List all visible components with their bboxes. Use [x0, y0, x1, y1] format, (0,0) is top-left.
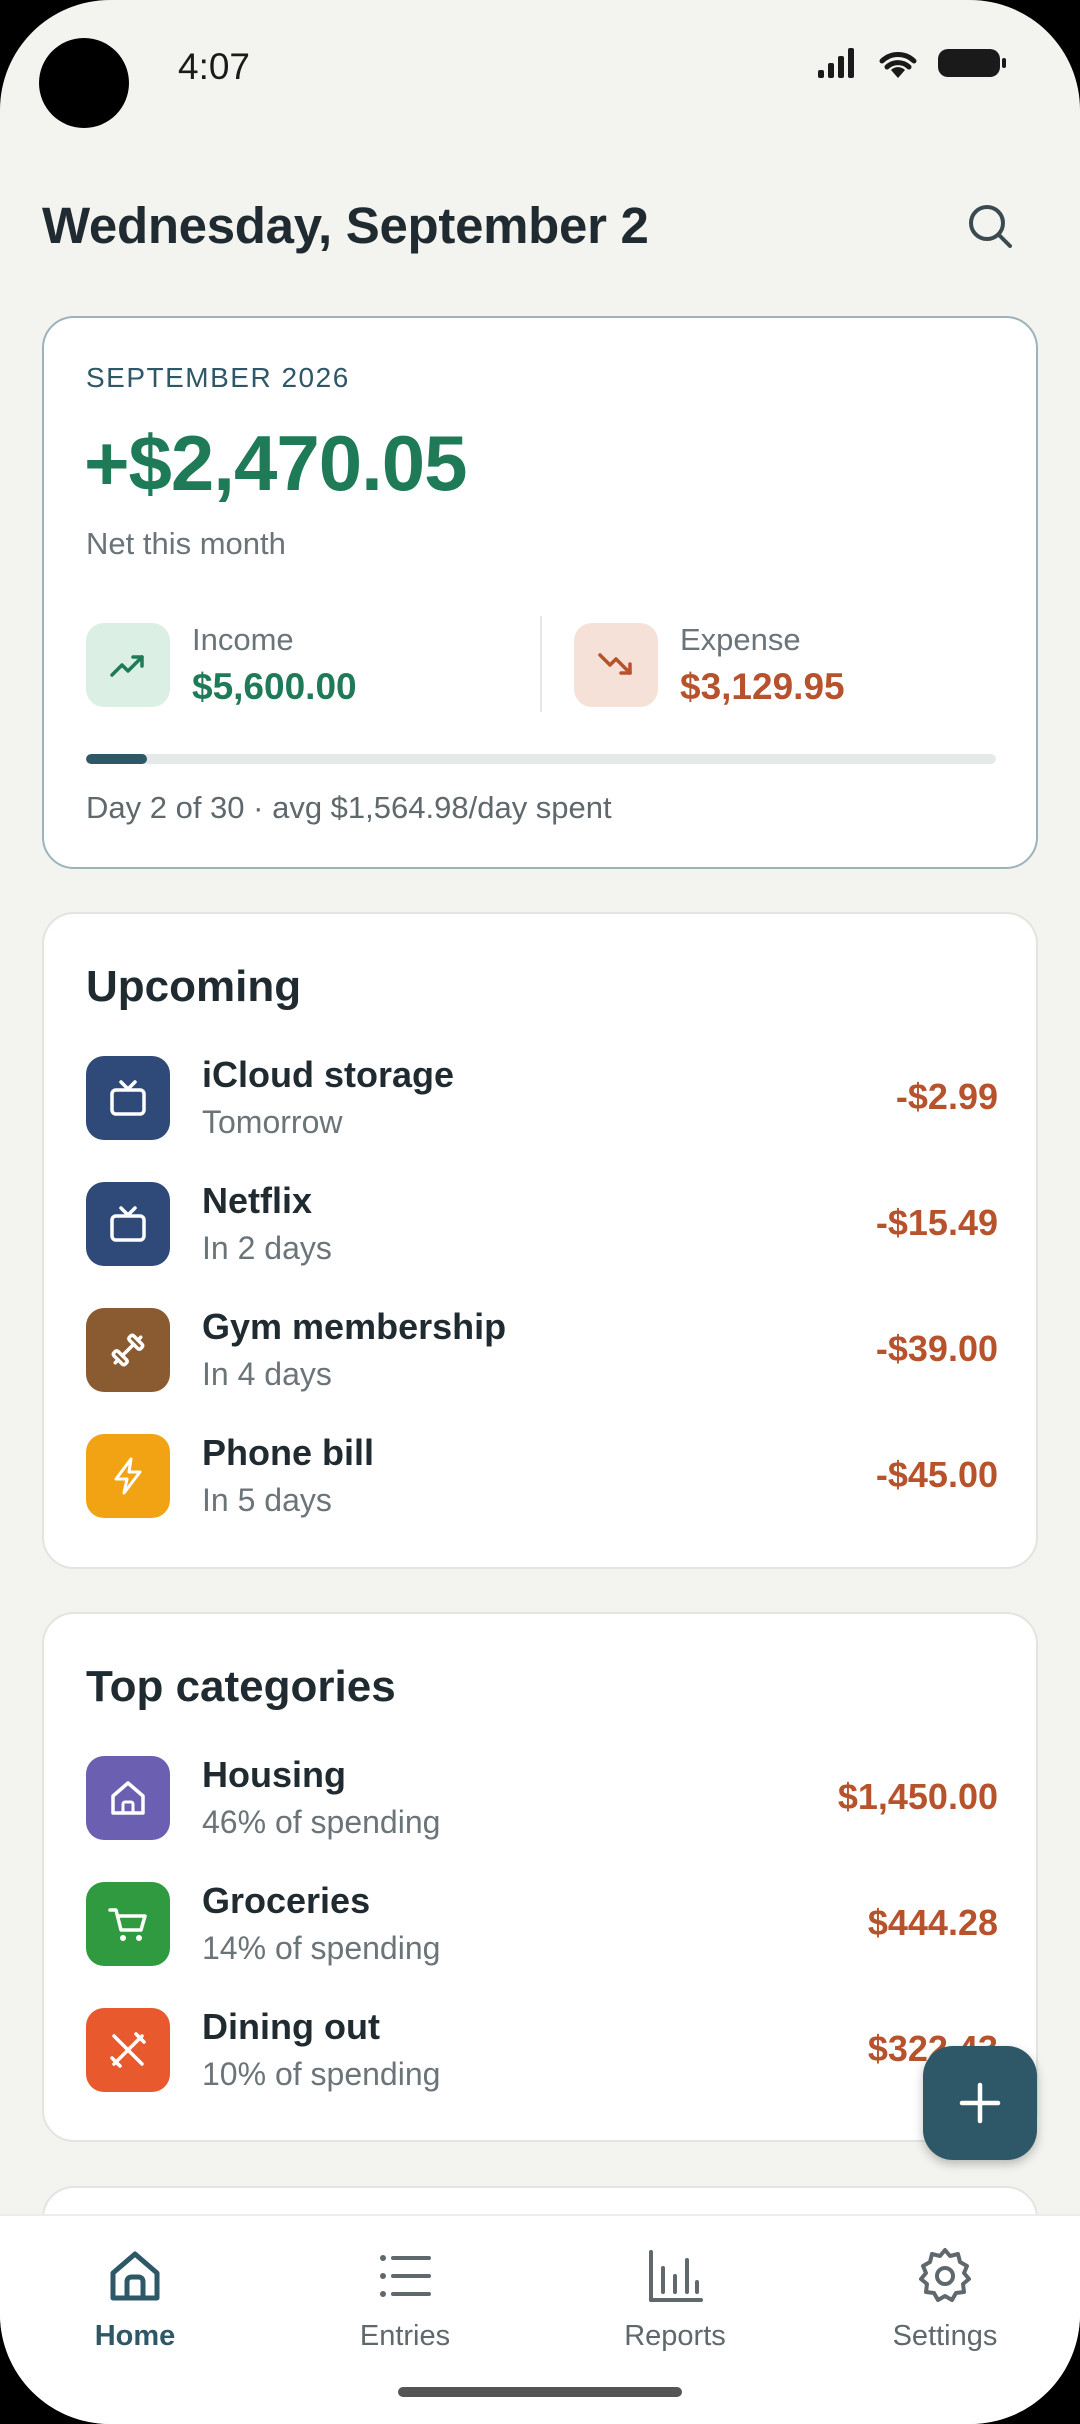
gear-icon	[919, 2248, 971, 2302]
wifi-icon	[879, 52, 917, 78]
lightning-icon	[86, 1434, 170, 1518]
month-label: SEPTEMBER 2026	[86, 362, 350, 393]
add-entry-button[interactable]	[923, 2046, 1037, 2160]
upcoming-name: iCloud storage	[202, 1054, 455, 1095]
home-icon	[110, 2251, 160, 2301]
signal-icon	[818, 48, 854, 78]
expense-stat: Expense $3,129.95	[574, 622, 845, 708]
category-name: Dining out	[202, 2006, 380, 2047]
top-categories-title: Top categories	[86, 1662, 396, 1711]
nav-entries[interactable]: Entries	[270, 2216, 540, 2366]
upcoming-row[interactable]: Gym membership In 4 days -$39.00	[86, 1298, 998, 1402]
top-categories-card: Top categories Housing 46% of spending $1,…	[42, 1612, 1038, 2142]
upcoming-subtitle: In 2 days	[202, 1230, 332, 1266]
expense-value: $3,129.95	[680, 666, 845, 707]
upcoming-amount: -$15.49	[875, 1202, 998, 1243]
nav-home-label: Home	[94, 2320, 176, 2352]
nav-reports-label: Reports	[624, 2320, 726, 2352]
category-name: Housing	[202, 1754, 346, 1795]
upcoming-name: Netflix	[202, 1180, 313, 1221]
bar-chart-icon	[649, 2250, 703, 2302]
upcoming-title: Upcoming	[86, 962, 302, 1011]
stat-divider	[540, 616, 542, 712]
upcoming-row[interactable]: Netflix In 2 days -$15.49	[86, 1172, 998, 1276]
utensils-icon	[86, 2008, 170, 2092]
income-stat: Income $5,600.00	[86, 622, 357, 708]
cart-icon	[86, 1882, 170, 1966]
front-camera	[39, 38, 129, 128]
home-indicator	[398, 2387, 682, 2397]
category-row[interactable]: Housing 46% of spending $1,450.00	[86, 1746, 998, 1850]
category-amount: $444.28	[867, 1902, 998, 1943]
upcoming-subtitle: In 5 days	[202, 1482, 332, 1518]
phone-screen: 4:07 Wednesday, September 2 SEPTEMBER 20…	[0, 0, 1080, 2424]
upcoming-name: Gym membership	[202, 1306, 507, 1347]
nav-home[interactable]: Home	[0, 2216, 270, 2366]
trending-down-icon	[574, 623, 658, 707]
nav-settings-label: Settings	[892, 2320, 998, 2352]
search-icon	[969, 205, 1012, 248]
upcoming-row[interactable]: iCloud storage Tomorrow -$2.99	[86, 1046, 998, 1150]
list-icon	[380, 2255, 431, 2297]
category-name: Groceries	[202, 1880, 371, 1921]
category-subtitle: 10% of spending	[202, 2056, 441, 2092]
income-value: $5,600.00	[192, 666, 357, 707]
month-progress-fill	[86, 754, 147, 764]
plus-icon	[959, 2082, 1001, 2124]
upcoming-amount: -$39.00	[875, 1328, 998, 1369]
upcoming-amount: -$45.00	[875, 1454, 998, 1495]
upcoming-subtitle: In 4 days	[202, 1356, 332, 1392]
monthly-summary-card[interactable]: SEPTEMBER 2026 +$2,470.05 Net this month…	[42, 316, 1038, 869]
upcoming-amount: -$2.99	[895, 1076, 998, 1117]
tv-icon	[86, 1056, 170, 1140]
tv-icon	[86, 1182, 170, 1266]
income-label: Income	[192, 622, 294, 657]
upcoming-subtitle: Tomorrow	[202, 1104, 343, 1140]
battery-icon	[938, 49, 1006, 77]
net-label: Net this month	[86, 526, 286, 561]
house-icon	[86, 1756, 170, 1840]
net-amount: +$2,470.05	[84, 419, 468, 507]
page-title: Wednesday, September 2	[42, 197, 649, 254]
expense-label: Expense	[680, 622, 801, 657]
month-progress-bar	[86, 754, 996, 764]
trending-up-icon	[86, 623, 170, 707]
upcoming-card: Upcoming iCloud storage Tomorrow -$2.99 Net…	[42, 912, 1038, 1569]
category-amount: $1,450.00	[837, 1776, 998, 1817]
dumbbell-icon	[86, 1308, 170, 1392]
nav-settings[interactable]: Settings	[810, 2216, 1080, 2366]
category-subtitle: 14% of spending	[202, 1930, 441, 1966]
progress-caption: Day 2 of 30 · avg $1,564.98/day spent	[86, 790, 612, 825]
category-row[interactable]: Dining out 10% of spending $322.43	[86, 1998, 998, 2102]
search-button[interactable]	[960, 196, 1020, 256]
upcoming-name: Phone bill	[202, 1432, 375, 1473]
upcoming-row[interactable]: Phone bill In 5 days -$45.00	[86, 1424, 998, 1528]
status-icons	[816, 46, 1008, 80]
category-subtitle: 46% of spending	[202, 1804, 441, 1840]
status-time: 4:07	[178, 46, 251, 87]
status-bar: 4:07	[0, 0, 1080, 140]
category-row[interactable]: Groceries 14% of spending $444.28	[86, 1872, 998, 1976]
nav-entries-label: Entries	[359, 2320, 451, 2352]
nav-reports[interactable]: Reports	[540, 2216, 810, 2366]
